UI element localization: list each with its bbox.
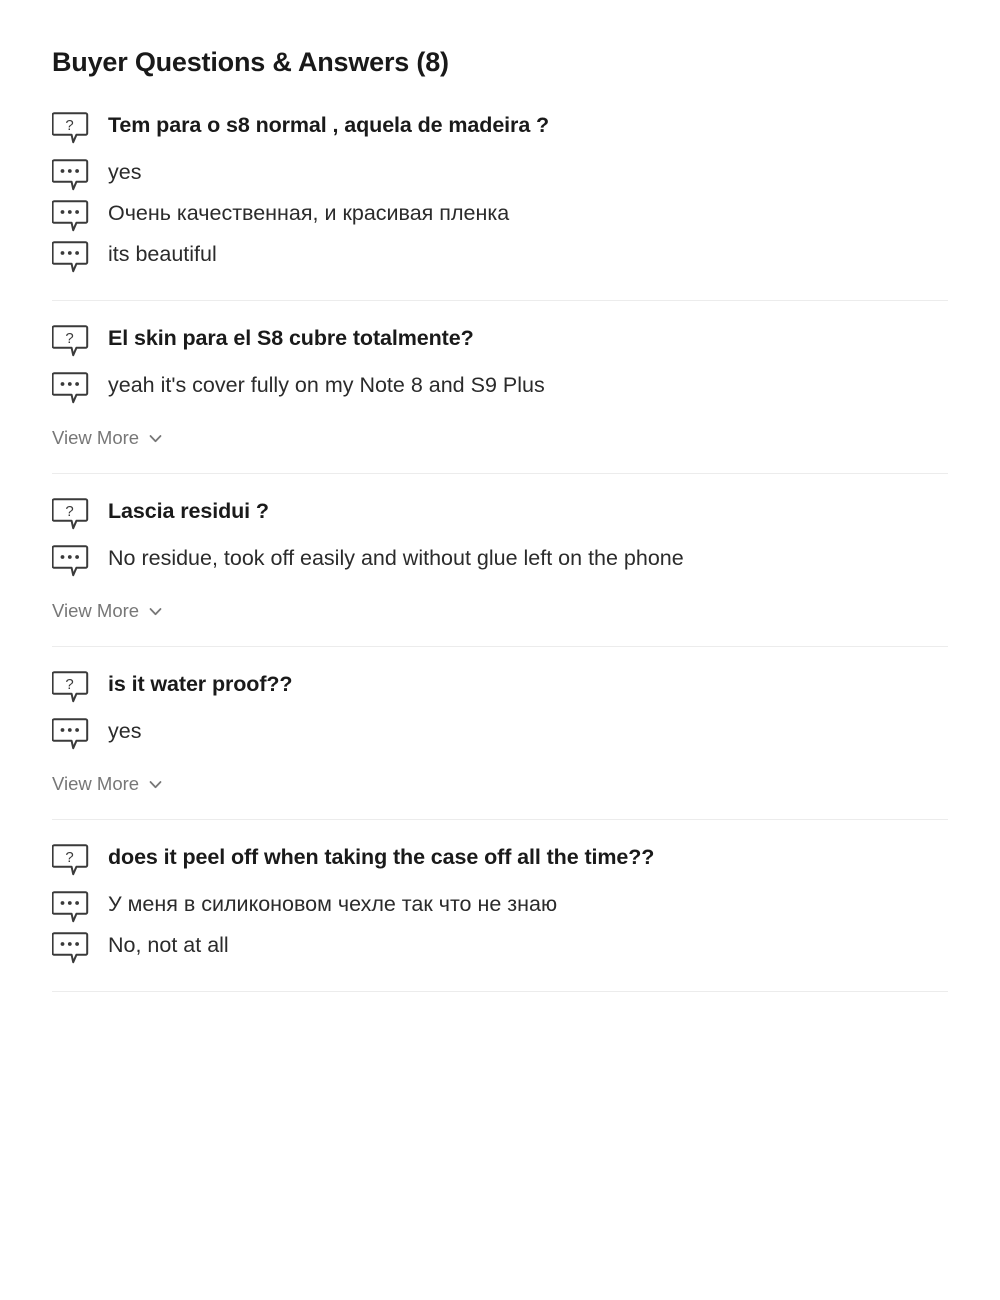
- qa-list: ? Tem para o s8 normal , aquela de madeir…: [52, 108, 948, 993]
- svg-text:?: ?: [65, 330, 73, 347]
- answer-text: No residue, took off easily and without …: [108, 546, 684, 571]
- answer-bubble-icon: [52, 371, 90, 405]
- view-more-button[interactable]: View More: [52, 425, 163, 451]
- view-more-label: View More: [52, 600, 140, 622]
- answer-text: yes: [108, 160, 142, 185]
- qa-block: ? Lascia residui ? No residue, took off ea…: [52, 474, 948, 648]
- question-row[interactable]: ? does it peel off when taking the case o…: [52, 840, 948, 877]
- page-title: Buyer Questions & Answers (8): [52, 47, 449, 77]
- answer-row: its beautiful: [52, 237, 948, 274]
- qa-block: ? is it water proof?? yes View More: [52, 647, 948, 821]
- question-row[interactable]: ? Tem para o s8 normal , aquela de madeir…: [52, 108, 948, 145]
- svg-text:?: ?: [65, 676, 73, 693]
- answer-row: yeah it's cover fully on my Note 8 and S…: [52, 368, 948, 405]
- answer-row: No residue, took off easily and without …: [52, 541, 948, 578]
- answer-row: У меня в силиконовом чехле так что не зн…: [52, 887, 948, 924]
- svg-text:?: ?: [65, 117, 73, 134]
- answer-bubble-icon: [52, 199, 90, 233]
- question-bubble-icon: ?: [52, 324, 90, 358]
- question-row[interactable]: ? Lascia residui ?: [52, 494, 948, 531]
- svg-text:?: ?: [65, 503, 73, 520]
- answer-row: No, not at all: [52, 928, 948, 965]
- answer-row: Очень качественная, и красивая пленка: [52, 196, 948, 233]
- qa-section: ? Lascia residui ? No residue, took off ea…: [52, 474, 948, 646]
- view-more-label: View More: [52, 427, 140, 449]
- answer-text: yes: [108, 719, 142, 744]
- answer-bubble-icon: [52, 158, 90, 192]
- question-row[interactable]: ? is it water proof??: [52, 667, 948, 704]
- view-more-button[interactable]: View More: [52, 771, 163, 797]
- answer-text: its beautiful: [108, 242, 217, 267]
- answer-row: yes: [52, 155, 948, 192]
- chevron-down-icon: [148, 604, 163, 619]
- question-text: does it peel off when taking the case of…: [108, 845, 655, 870]
- answer-list: yeah it's cover fully on my Note 8 and S…: [52, 364, 948, 405]
- question-text: is it water proof??: [108, 672, 293, 697]
- answer-list: No residue, took off easily and without …: [52, 537, 948, 578]
- answer-text: yeah it's cover fully on my Note 8 and S…: [108, 373, 545, 398]
- section-divider: [52, 991, 948, 993]
- question-bubble-icon: ?: [52, 111, 90, 145]
- view-more-label: View More: [52, 773, 140, 795]
- view-more-button[interactable]: View More: [52, 598, 163, 624]
- question-bubble-icon: ?: [52, 497, 90, 531]
- qa-section: ? Tem para o s8 normal , aquela de madeir…: [52, 108, 948, 300]
- answer-bubble-icon: [52, 890, 90, 924]
- chevron-down-icon: [148, 777, 163, 792]
- question-text: Lascia residui ?: [108, 499, 269, 524]
- qa-block: ? El skin para el S8 cubre totalmente? yea…: [52, 301, 948, 475]
- answer-row: yes: [52, 714, 948, 751]
- qa-section: ? does it peel off when taking the case o…: [52, 820, 948, 991]
- question-text: El skin para el S8 cubre totalmente?: [108, 326, 474, 351]
- answer-list: У меня в силиконовом чехле так что не зн…: [52, 883, 948, 965]
- chevron-down-icon: [148, 431, 163, 446]
- answer-list: yes Очень качественная, и красивая пленка…: [52, 151, 948, 274]
- answer-bubble-icon: [52, 544, 90, 578]
- svg-text:?: ?: [65, 849, 73, 866]
- qa-section: ? El skin para el S8 cubre totalmente? yea…: [52, 301, 948, 473]
- answer-list: yes: [52, 710, 948, 751]
- answer-bubble-icon: [52, 931, 90, 965]
- question-row[interactable]: ? El skin para el S8 cubre totalmente?: [52, 321, 948, 358]
- answer-bubble-icon: [52, 717, 90, 751]
- qa-block: ? does it peel off when taking the case o…: [52, 820, 948, 993]
- question-bubble-icon: ?: [52, 670, 90, 704]
- question-text: Tem para o s8 normal , aquela de madeira…: [108, 113, 550, 138]
- answer-text: У меня в силиконовом чехле так что не зн…: [108, 892, 558, 917]
- question-bubble-icon: ?: [52, 843, 90, 877]
- buyer-qa-panel: Buyer Questions & Answers (8) ? Tem para …: [0, 0, 1000, 1300]
- qa-section: ? is it water proof?? yes View More: [52, 647, 948, 819]
- answer-text: No, not at all: [108, 933, 229, 958]
- answer-text: Очень качественная, и красивая пленка: [108, 201, 510, 226]
- answer-bubble-icon: [52, 240, 90, 274]
- qa-block: ? Tem para o s8 normal , aquela de madeir…: [52, 108, 948, 302]
